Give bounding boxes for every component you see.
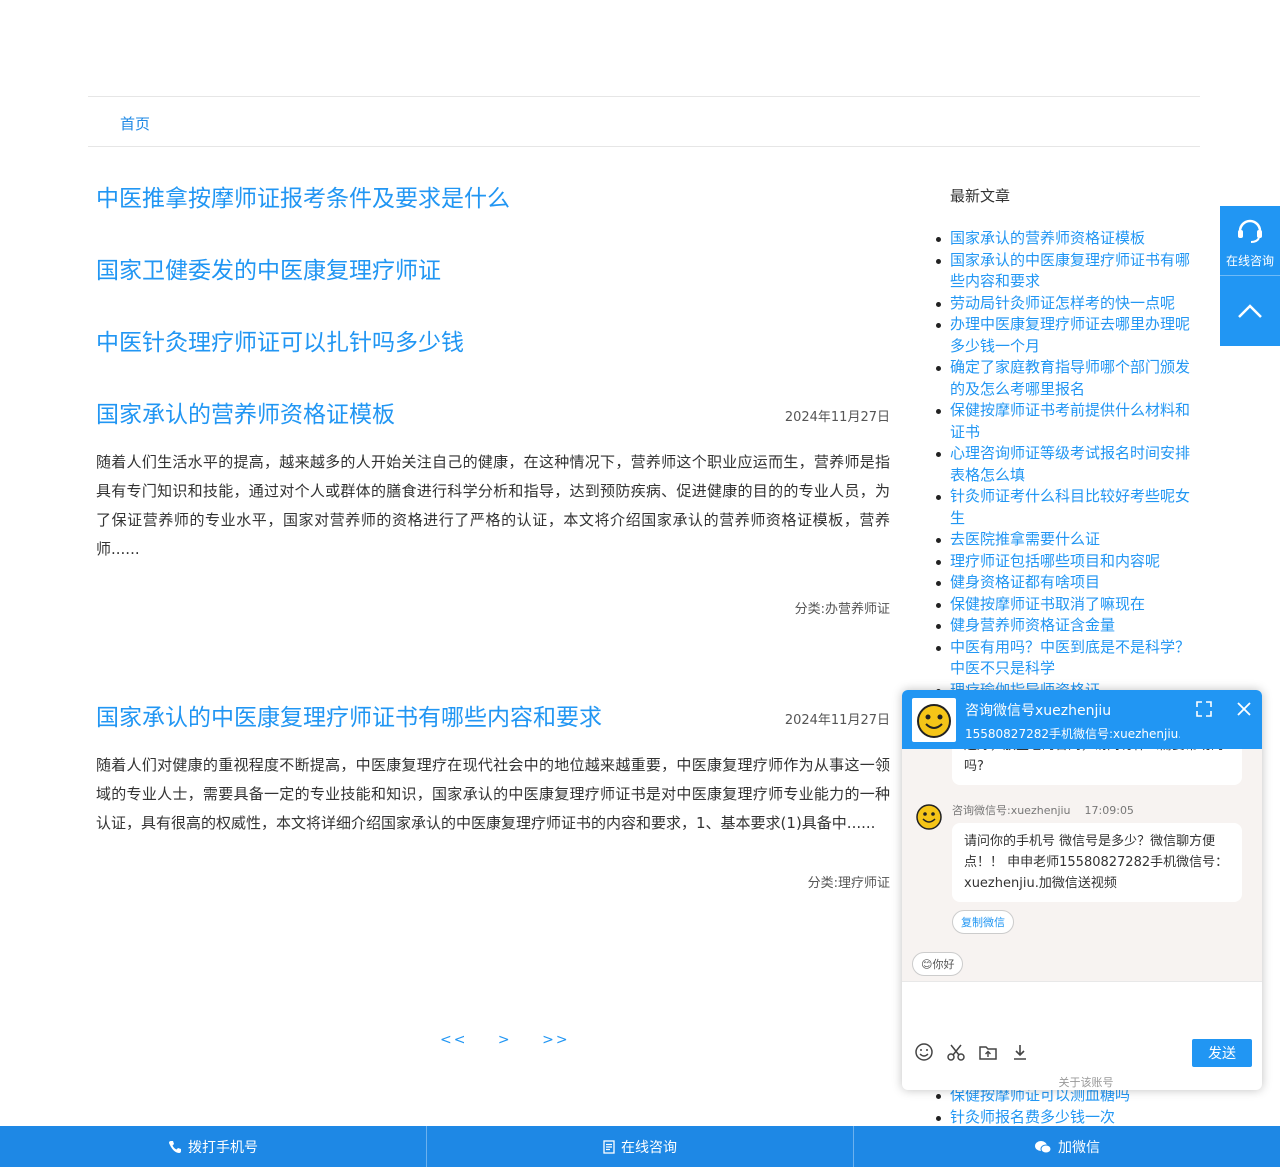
copy-wechat-button[interactable]: 复制微信 bbox=[952, 910, 1014, 934]
upload-folder-icon[interactable] bbox=[978, 1042, 998, 1062]
smiley-avatar-icon bbox=[917, 704, 951, 738]
chat-message-bubble: 还好，放些老的合同，请问有什么需要帮助的吗? bbox=[952, 749, 1242, 785]
article-title[interactable]: 国家承认的营养师资格证模板 bbox=[96, 400, 395, 430]
pager-first[interactable]: << bbox=[440, 1032, 467, 1048]
featured-title-2[interactable]: 国家卫健委发的中医康复理疗师证 bbox=[96, 252, 890, 324]
message-sender: 咨询微信号:xuezhenjiu bbox=[952, 804, 1071, 817]
sidebar-link[interactable]: 去医院推拿需要什么证 bbox=[935, 529, 1200, 551]
close-icon[interactable] bbox=[1234, 699, 1254, 719]
pagination: << > >> bbox=[440, 1032, 594, 1048]
download-icon[interactable] bbox=[1010, 1042, 1030, 1062]
scissors-icon[interactable] bbox=[946, 1042, 966, 1062]
sidebar-link[interactable]: 保健按摩师证书取消了嘛现在 bbox=[935, 594, 1200, 616]
pager-next[interactable]: > bbox=[498, 1032, 512, 1048]
add-wechat-button[interactable]: 加微信 bbox=[854, 1126, 1280, 1167]
send-button[interactable]: 发送 bbox=[1192, 1039, 1252, 1067]
call-phone-label: 拨打手机号 bbox=[188, 1139, 258, 1156]
chevron-up-icon bbox=[1238, 304, 1262, 318]
sidebar-link[interactable]: 中医有用吗？中医到底是不是科学？中医不只是科学 bbox=[935, 637, 1200, 680]
message-time: 17:09:05 bbox=[1084, 804, 1134, 817]
chat-header: 咨询微信号xuezhenjiu 15580827282手机微信号:xuezhen… bbox=[902, 690, 1262, 749]
sidebar-link[interactable]: 健身资格证都有啥项目 bbox=[935, 572, 1200, 594]
online-consult-bottom-label: 在线咨询 bbox=[621, 1139, 677, 1156]
article-item: 国家承认的中医康复理疗师证书有哪些内容和要求 2024年11月27日 随着人们对… bbox=[96, 699, 890, 891]
sidebar: 最新文章 国家承认的营养师资格证模板 国家承认的中医康复理疗师证书有哪些内容和要… bbox=[935, 185, 1200, 701]
header-divider-top bbox=[88, 96, 1200, 97]
chat-contact-name: 咨询微信号xuezhenjiu bbox=[965, 703, 1112, 719]
featured-title-1[interactable]: 中医推拿按摩师证报考条件及要求是什么 bbox=[96, 180, 890, 252]
header-divider-bottom bbox=[88, 146, 1200, 147]
maximize-icon[interactable] bbox=[1194, 699, 1214, 719]
article-category[interactable]: 分类:理疗师证 bbox=[96, 872, 890, 891]
back-to-top-button[interactable] bbox=[1220, 276, 1280, 346]
sidebar-link[interactable]: 国家承认的营养师资格证模板 bbox=[935, 228, 1200, 250]
article-date: 2024年11月27日 bbox=[784, 410, 890, 425]
document-icon bbox=[603, 1139, 615, 1154]
quick-reply-chip[interactable]: 😊你好 bbox=[912, 952, 964, 976]
article-list: 中医推拿按摩师证报考条件及要求是什么 国家卫健委发的中医康复理疗师证 中医针灸理… bbox=[96, 180, 890, 891]
headset-icon bbox=[1238, 219, 1262, 243]
sidebar-link[interactable]: 健身营养师资格证含金量 bbox=[935, 615, 1200, 637]
article-category[interactable]: 分类:办营养师证 bbox=[96, 598, 890, 617]
article-date: 2024年11月27日 bbox=[784, 713, 890, 728]
online-consult-bottom-button[interactable]: 在线咨询 bbox=[427, 1126, 854, 1167]
article-title[interactable]: 国家承认的中医康复理疗师证书有哪些内容和要求 bbox=[96, 703, 602, 733]
sidebar-link[interactable]: 劳动局针灸师证怎样考的快一点呢 bbox=[935, 293, 1200, 315]
article-summary: 随着人们对健康的重视程度不断提高，中医康复理疗在现代社会中的地位越来越重要，中医… bbox=[96, 756, 890, 832]
chat-toolbar bbox=[914, 1042, 1030, 1062]
sidebar-link[interactable]: 确定了家庭教育指导师哪个部门颁发的及怎么考哪里报名 bbox=[935, 357, 1200, 400]
wechat-icon bbox=[1035, 1140, 1052, 1153]
add-wechat-label: 加微信 bbox=[1058, 1139, 1100, 1156]
about-account-link[interactable]: 关于该账号 bbox=[902, 1074, 1262, 1090]
chat-input-area[interactable] bbox=[902, 981, 1262, 1036]
sidebar-link[interactable]: 针灸师报名费多少钱一次 bbox=[935, 1107, 1200, 1129]
chat-messages: 还好，放些老的合同，请问有什么需要帮助的吗? 咨询微信号:xuezhenjiu … bbox=[902, 749, 1262, 981]
latest-articles-list: 国家承认的营养师资格证模板 国家承认的中医康复理疗师证书有哪些内容和要求 劳动局… bbox=[935, 228, 1200, 701]
chat-avatar bbox=[912, 698, 956, 742]
online-consult-label: 在线咨询 bbox=[1225, 254, 1274, 268]
latest-articles-list-tail: 保健按摩师证可以测血糖吗 针灸师报名费多少钱一次 bbox=[935, 1085, 1200, 1128]
sidebar-link[interactable]: 理疗师证包括哪些项目和内容呢 bbox=[935, 551, 1200, 573]
nav-home-link[interactable]: 首页 bbox=[120, 113, 150, 134]
sidebar-link[interactable]: 心理咨询师证等级考试报名时间安排表格怎么填 bbox=[935, 443, 1200, 486]
chat-contact-subtitle: 15580827282手机微信号:xuezhenjiu.加... bbox=[965, 727, 1180, 741]
bottom-action-bar: 拨打手机号 在线咨询 加微信 bbox=[0, 1126, 1280, 1167]
featured-title-3[interactable]: 中医针灸理疗师证可以扎针吗多少钱 bbox=[96, 324, 890, 396]
sender-avatar-icon bbox=[916, 804, 942, 830]
emoji-icon[interactable] bbox=[914, 1042, 934, 1062]
sidebar-link[interactable]: 办理中医康复理疗师证去哪里办理呢多少钱一个月 bbox=[935, 314, 1200, 357]
sidebar-link[interactable]: 国家承认的中医康复理疗师证书有哪些内容和要求 bbox=[935, 250, 1200, 293]
sidebar-link[interactable]: 保健按摩师证书考前提供什么材料和证书 bbox=[935, 400, 1200, 443]
call-phone-button[interactable]: 拨打手机号 bbox=[0, 1126, 427, 1167]
online-consult-button[interactable]: 在线咨询 bbox=[1220, 206, 1280, 276]
sidebar-link[interactable]: 针灸师证考什么科目比较好考些呢女生 bbox=[935, 486, 1200, 529]
message-meta: 咨询微信号:xuezhenjiu 17:09:05 bbox=[952, 802, 1134, 818]
article-summary: 随着人们生活水平的提高，越来越多的人开始关注自己的健康，在这种情况下，营养师这个… bbox=[96, 453, 890, 558]
phone-icon bbox=[169, 1140, 181, 1153]
floating-side-bar: 在线咨询 bbox=[1220, 206, 1280, 346]
chat-message-bubble: 请问你的手机号 微信号是多少？微信聊方便点！！ 申申老师15580827282手… bbox=[952, 823, 1242, 902]
pager-last[interactable]: >> bbox=[542, 1032, 569, 1048]
sidebar-title: 最新文章 bbox=[950, 187, 1011, 205]
article-item: 国家承认的营养师资格证模板 2024年11月27日 随着人们生活水平的提高，越来… bbox=[96, 396, 890, 699]
chat-widget: 咨询微信号xuezhenjiu 15580827282手机微信号:xuezhen… bbox=[902, 690, 1262, 1090]
